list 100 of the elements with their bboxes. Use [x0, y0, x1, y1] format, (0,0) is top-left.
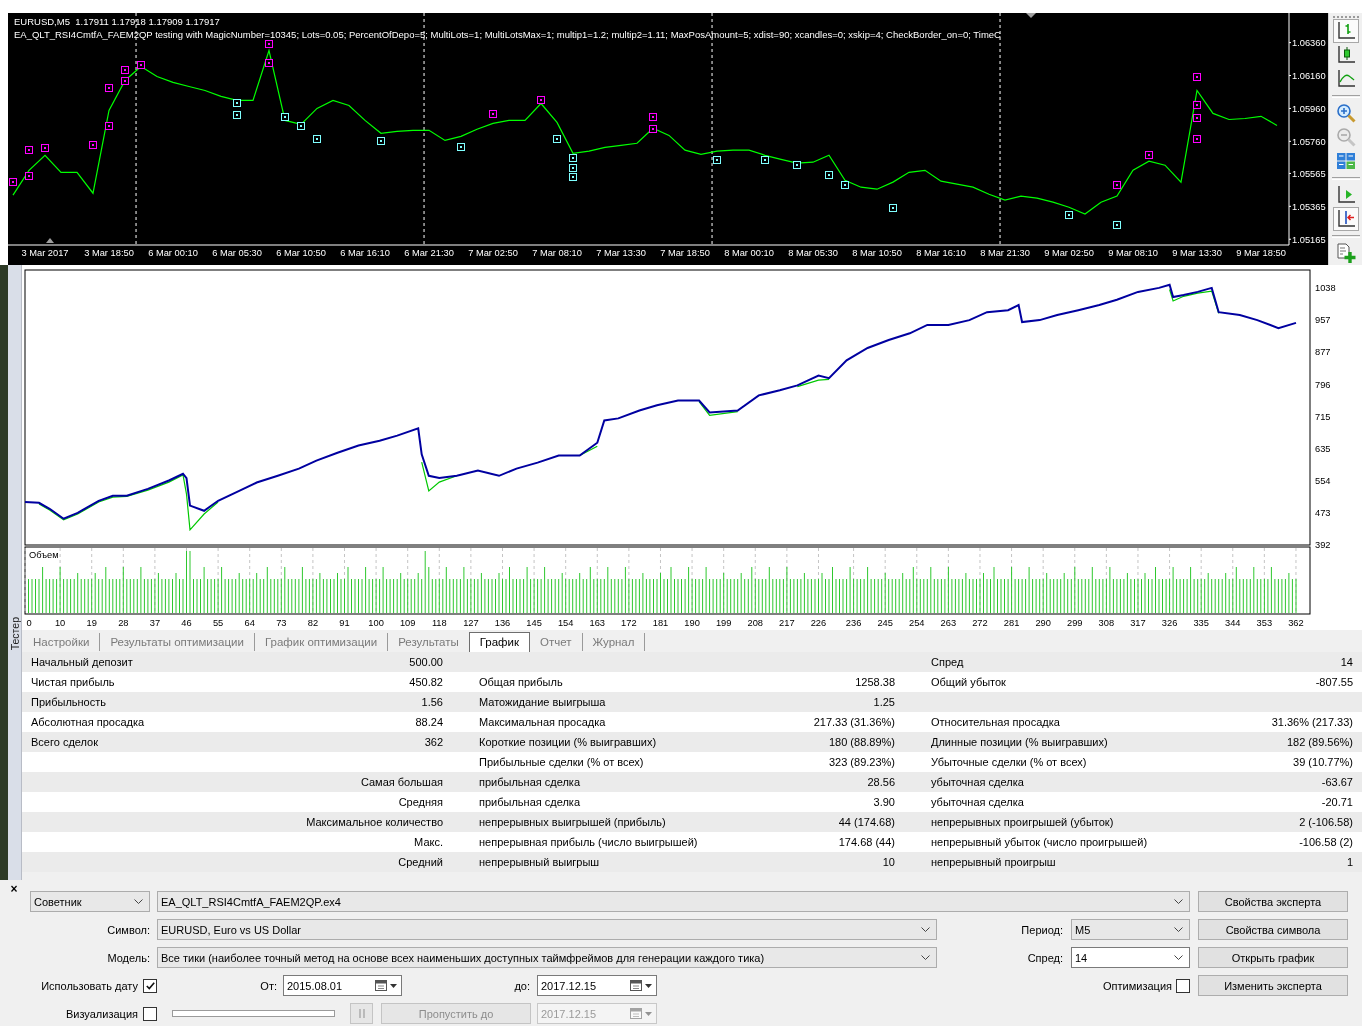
- axis-label: 1038: [1315, 283, 1336, 294]
- caret-icon: [645, 1011, 652, 1016]
- stat-value: 44 (174.68): [838, 816, 895, 828]
- spread-combobox[interactable]: 14: [1071, 947, 1190, 968]
- symbol-properties-button[interactable]: Свойства символа: [1198, 919, 1348, 940]
- toolbar-button[interactable]: [1332, 19, 1359, 43]
- model-dropdown[interactable]: Все тики (наиболее точный метод на основе всех наименьших доступных таймфреймов для генерации каждого тика): [157, 947, 937, 968]
- chevron-down-icon: [1174, 927, 1183, 932]
- period-dropdown[interactable]: M5: [1071, 919, 1190, 940]
- chevron-down-icon: [134, 899, 143, 904]
- program-type-dropdown[interactable]: Советник: [30, 891, 150, 912]
- calendar-icon: [375, 980, 387, 991]
- checkbox[interactable]: [143, 1006, 157, 1021]
- tab[interactable]: Журнал: [582, 633, 646, 651]
- axis-label: 554: [1315, 475, 1331, 486]
- date-field[interactable]: 2017.12.15: [537, 975, 657, 996]
- axis-label: 1.06360: [1292, 37, 1326, 48]
- axis-label: 7 Mar 13:30: [596, 248, 646, 258]
- stat-label: Матожидание выигрыша: [479, 696, 606, 708]
- stat-value: 362: [424, 736, 443, 748]
- stat-label: непрерывных выигрышей (прибыль): [479, 816, 666, 828]
- caret-icon: [390, 983, 397, 988]
- axis-label: 263: [940, 617, 957, 628]
- close-button[interactable]: ×: [8, 883, 20, 896]
- axis-label: 272: [972, 617, 988, 628]
- tile-grid-icon: [1335, 151, 1356, 171]
- axis-label: 6 Mar 21:30: [404, 248, 454, 258]
- open-chart-button[interactable]: Открыть график: [1198, 947, 1348, 968]
- axis-label: 1.05960: [1292, 103, 1326, 114]
- stat-label: Общий убыток: [931, 676, 1006, 688]
- axis-label: 281: [1003, 617, 1020, 628]
- checkbox[interactable]: [1176, 978, 1190, 993]
- axis-label: 3 Mar 18:50: [84, 248, 134, 258]
- stat-value: -63.67: [1321, 776, 1353, 788]
- stat-label: прибыльная сделка: [479, 796, 581, 808]
- stat-value: 10: [882, 856, 895, 868]
- tab[interactable]: Результаты оптимизации: [100, 633, 255, 651]
- tab[interactable]: График: [468, 632, 530, 652]
- slider-track[interactable]: [172, 1010, 335, 1017]
- axis-label: 9 Mar 13:30: [1172, 248, 1222, 258]
- tab[interactable]: Результаты: [388, 633, 469, 651]
- stat-label: Начальный депозит: [31, 656, 133, 668]
- stat-label: убыточная сделка: [931, 796, 1024, 808]
- axis-label: 0: [26, 617, 32, 628]
- stat-label: Прибыльные сделки (% от всех): [479, 756, 644, 768]
- axis-label: 6 Mar 16:10: [340, 248, 390, 258]
- zoom-in-icon: [1335, 103, 1356, 123]
- stat-label: непрерывная прибыль (число выигрышей): [479, 836, 698, 848]
- expert-dropdown[interactable]: EA_QLT_RSI4CmtfA_FAEM2QP.ex4: [157, 891, 1190, 912]
- axis-label: 326: [1161, 617, 1178, 628]
- stat-value: 28.56: [867, 776, 895, 788]
- axis-label: 6 Mar 00:10: [148, 248, 198, 258]
- stat-label: убыточная сделка: [931, 776, 1024, 788]
- axis-label: 1.05365: [1292, 201, 1326, 212]
- stat-label: Чистая прибыль: [31, 676, 115, 688]
- axis-label: 344: [1225, 617, 1241, 628]
- symbol-dropdown[interactable]: EURUSD, Euro vs US Dollar: [157, 919, 937, 940]
- stat-label: Всего сделок: [31, 736, 99, 748]
- tab[interactable]: График оптимизации: [254, 633, 389, 651]
- stat-value: 1.25: [873, 696, 895, 708]
- axis-label: 8 Mar 16:10: [916, 248, 966, 258]
- date-field[interactable]: 2015.08.01: [283, 975, 402, 996]
- shift-marker-icon[interactable]: [46, 238, 54, 243]
- checkbox[interactable]: [143, 978, 157, 993]
- stat-value: 323 (89.23%): [828, 756, 895, 768]
- expert-properties-button[interactable]: Свойства эксперта: [1198, 891, 1348, 912]
- stat-value: 1: [1346, 856, 1353, 868]
- stat-label: Общая прибыль: [479, 676, 563, 688]
- panel-title: Тестер: [8, 617, 21, 651]
- stat-label: непрерывный убыток (число проигрышей): [931, 836, 1148, 848]
- caret-icon: [645, 983, 652, 988]
- axis-label: 10: [54, 617, 66, 628]
- stat-label: непрерывный выигрыш: [479, 856, 600, 868]
- axis-label: 100: [368, 617, 384, 628]
- axis-label: 317: [1130, 617, 1146, 628]
- axis-label: 299: [1067, 617, 1083, 628]
- axis-label: 37: [149, 617, 161, 628]
- stat-label: Прибыльность: [31, 696, 106, 708]
- axis-label: 226: [810, 617, 827, 628]
- stat-label: прибыльная сделка: [479, 776, 581, 788]
- tab[interactable]: Настройки: [23, 633, 101, 651]
- tab[interactable]: Отчет: [530, 633, 583, 651]
- axis-label: 290: [1035, 617, 1051, 628]
- axis-label: 8 Mar 10:50: [852, 248, 902, 258]
- toolbar-button[interactable]: [1332, 207, 1359, 231]
- field-label: Визуализация: [65, 1007, 138, 1020]
- shift-marker-icon[interactable]: [1026, 13, 1036, 18]
- stat-label: Макс.: [414, 836, 443, 848]
- axis-label: 1.05165: [1292, 234, 1326, 245]
- axis-label: 236: [845, 617, 862, 628]
- field-label: до:: [514, 979, 530, 992]
- axis-label: 1.06160: [1292, 70, 1326, 81]
- axis-label: 635: [1315, 443, 1331, 454]
- modify-expert-button[interactable]: Изменить эксперта: [1198, 975, 1348, 996]
- stat-value: 1.56: [421, 696, 443, 708]
- axis-label: 136: [494, 617, 511, 628]
- axis-label: 154: [557, 617, 574, 628]
- axis-label: 9 Mar 08:10: [1108, 248, 1158, 258]
- axis-label: 1.05760: [1292, 136, 1326, 147]
- axis-label: 199: [715, 617, 732, 628]
